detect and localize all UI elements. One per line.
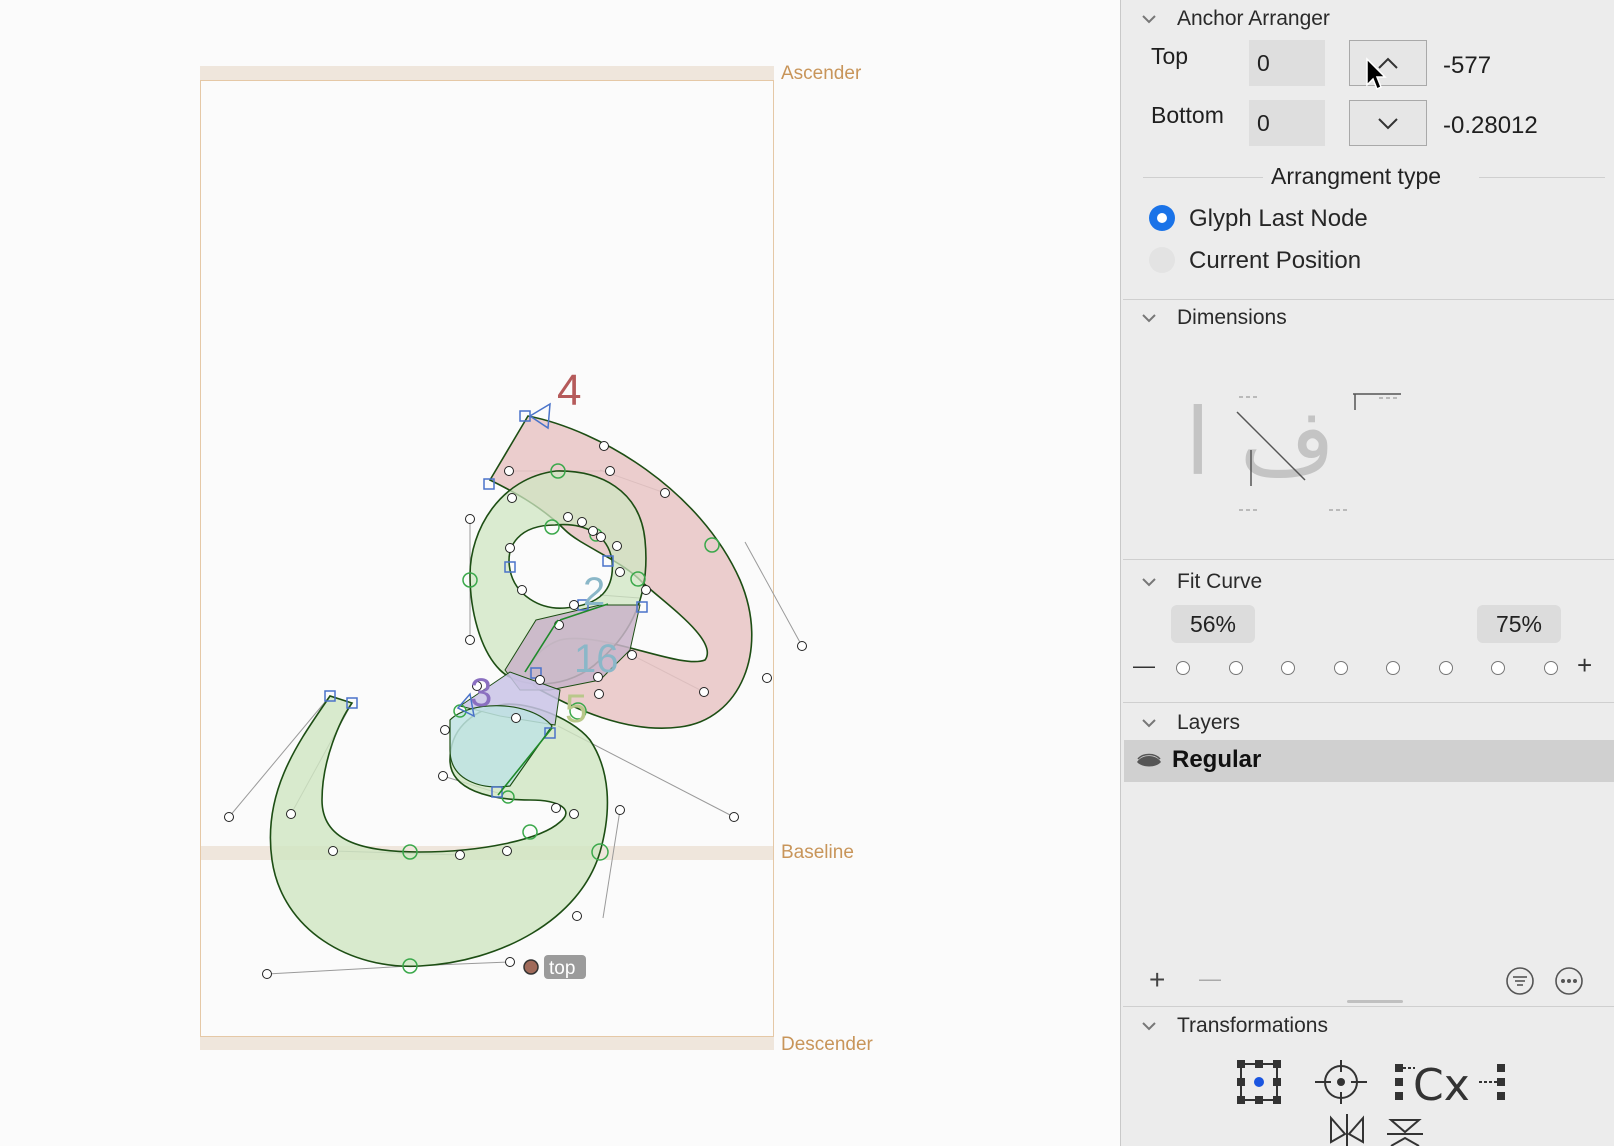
crosshair-icon[interactable]: [1313, 1058, 1369, 1106]
radio-label-current-position[interactable]: Current Position: [1189, 247, 1361, 275]
descender-band: [200, 1036, 774, 1050]
descender-label: Descender: [781, 1034, 873, 1055]
resize-handle[interactable]: [1347, 1000, 1403, 1003]
mirror-horizontal-icon[interactable]: [1327, 1112, 1367, 1146]
fit-curve-step-8[interactable]: [1544, 661, 1558, 675]
fit-curve-step-2[interactable]: [1229, 661, 1243, 675]
layer-row-regular[interactable]: Regular: [1124, 740, 1614, 782]
section-title: Fit Curve: [1177, 570, 1263, 593]
eye-icon[interactable]: [1136, 752, 1162, 770]
inspector-sidebar: Anchor Arranger Top -577 Bottom -0.28012…: [1120, 0, 1614, 1146]
dimensions-preview-text: ف ا: [1185, 389, 1335, 496]
chevron-down-icon[interactable]: [1141, 574, 1157, 590]
top-readout: -577: [1443, 52, 1492, 79]
fit-curve-step-1[interactable]: [1176, 661, 1190, 675]
anchor-top-marker[interactable]: [523, 959, 539, 975]
baseline-label: Baseline: [781, 842, 854, 863]
add-layer-button[interactable]: +: [1149, 964, 1165, 996]
arrangement-type-title: Arrangment type: [1271, 163, 1442, 189]
anchor-arranger-header[interactable]: Anchor Arranger: [1121, 3, 1614, 35]
top-offset-input[interactable]: [1249, 40, 1325, 86]
ascender-band: [200, 66, 774, 80]
section-title: Layers: [1177, 711, 1241, 734]
radio-current-position[interactable]: [1149, 247, 1175, 273]
node-label-16: 16: [574, 637, 619, 681]
node-label-3: 3: [470, 671, 492, 715]
fit-curve-header[interactable]: Fit Curve: [1121, 566, 1614, 598]
glyph-canvas[interactable]: 4 2 16 3 5 top Ascender Baseline Descend…: [0, 0, 1120, 1146]
bounding-box-icon[interactable]: [1235, 1058, 1283, 1106]
bottom-offset-input[interactable]: [1249, 100, 1325, 146]
glyph-edit-view[interactable]: 4 2 16 3 5 top: [0, 0, 1120, 1146]
section-title: Anchor Arranger: [1177, 7, 1330, 30]
radio-glyph-last-node[interactable]: [1149, 205, 1175, 231]
filter-icon[interactable]: [1505, 966, 1535, 996]
svg-text:Cx: Cx: [1413, 1060, 1470, 1106]
fit-curve-step-6[interactable]: [1439, 661, 1453, 675]
dimensions-header[interactable]: Dimensions: [1121, 302, 1614, 334]
fit-curve-step-5[interactable]: [1386, 661, 1400, 675]
fit-curve-min-badge[interactable]: 56%: [1171, 605, 1255, 643]
chevron-down-icon[interactable]: [1141, 1018, 1157, 1034]
fit-curve-increase-button[interactable]: +: [1577, 650, 1592, 681]
more-options-icon[interactable]: [1554, 966, 1584, 996]
glyph-contour-main: [269, 695, 609, 968]
dimensions-preview: ف ا: [1185, 389, 1401, 511]
layers-header[interactable]: Layers: [1121, 707, 1614, 739]
node-label-2: 2: [583, 570, 605, 614]
fit-curve-step-3[interactable]: [1281, 661, 1295, 675]
bottom-readout: -0.28012: [1443, 112, 1538, 139]
layer-name: Regular: [1172, 746, 1262, 773]
mouse-pointer-icon: [1366, 57, 1387, 91]
bottom-label: Bottom: [1151, 102, 1224, 128]
radio-label-glyph-last-node[interactable]: Glyph Last Node: [1189, 205, 1368, 233]
chevron-down-icon[interactable]: [1141, 11, 1157, 27]
fit-curve-step-7[interactable]: [1491, 661, 1505, 675]
transformations-header[interactable]: Transformations: [1121, 1010, 1614, 1042]
node-label-4: 4: [557, 366, 581, 415]
fit-curve-step-4[interactable]: [1334, 661, 1348, 675]
metrics-cx-icon[interactable]: Cx: [1393, 1058, 1509, 1106]
ascender-label: Ascender: [781, 63, 862, 84]
chevron-down-icon: [1378, 118, 1398, 130]
anchor-label-top: top: [549, 958, 575, 979]
top-label: Top: [1151, 43, 1189, 69]
remove-layer-button[interactable]: —: [1199, 966, 1221, 992]
fit-curve-max-badge[interactable]: 75%: [1477, 605, 1561, 643]
mirror-vertical-icon[interactable]: [1385, 1116, 1425, 1146]
fit-curve-decrease-button[interactable]: —: [1133, 653, 1155, 679]
section-title: Dimensions: [1177, 306, 1287, 329]
chevron-down-icon[interactable]: [1141, 310, 1157, 326]
section-title: Transformations: [1177, 1014, 1328, 1037]
move-down-button[interactable]: [1349, 100, 1427, 146]
node-label-5: 5: [565, 687, 587, 731]
chevron-down-icon[interactable]: [1141, 715, 1157, 731]
